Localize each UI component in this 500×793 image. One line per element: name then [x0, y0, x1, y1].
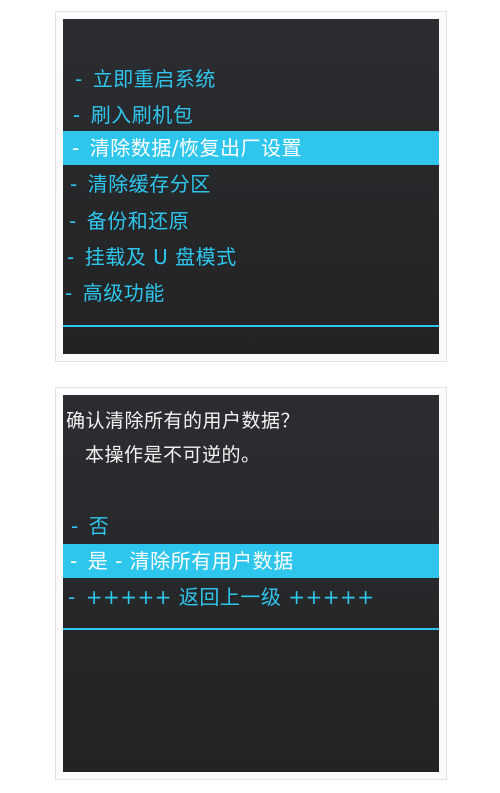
menu-item-dash: -	[72, 136, 80, 160]
menu-item-label: 否	[88, 514, 110, 538]
confirm-wipe-screen: 确认清除所有的用户数据？ 本操作是不可逆的。 -否 -是 - 清除所有用户数据 …	[63, 395, 439, 772]
recovery-main-screen: - 立即重启系统 - 刷入刷机包 - 清除数据/恢复出厂设置 - 清除缓存分区 - 备份和…	[63, 19, 439, 354]
menu-item-dash: -	[71, 514, 79, 538]
menu-item-wipe-cache-partition[interactable]: - 清除缓存分区	[70, 167, 439, 201]
menu-item-label: +++++ 返回上一级 +++++	[85, 585, 375, 609]
menu-item-dash: -	[73, 103, 81, 127]
confirm-wipe-photo: 确认清除所有的用户数据？ 本操作是不可逆的。 -否 -是 - 清除所有用户数据 …	[55, 387, 447, 780]
menu-item-label: 备份和还原	[86, 209, 190, 233]
menu-item-mount-usb-mode[interactable]: - 挂载及 U 盘模式	[67, 240, 439, 274]
menu-item-label: 高级功能	[82, 281, 165, 305]
menu-item-wipe-data-factory-reset[interactable]: - 清除数据/恢复出厂设置	[63, 131, 439, 165]
option-no[interactable]: -否	[71, 509, 439, 543]
menu-item-label: 刷入刷机包	[90, 103, 194, 127]
menu-item-dash: -	[67, 245, 75, 269]
irreversible-warning: 本操作是不可逆的。	[85, 444, 261, 466]
menu-item-dash: -	[68, 585, 76, 609]
confirm-question: 确认清除所有的用户数据？	[66, 410, 301, 432]
menu-item-label: 立即重启系统	[92, 67, 216, 91]
menu-bottom-divider	[63, 628, 439, 630]
menu-item-dash: -	[75, 67, 83, 91]
option-go-back[interactable]: - +++++ 返回上一级 +++++	[68, 580, 439, 614]
menu-item-label: 挂载及 U 盘模式	[84, 245, 237, 269]
recovery-main-menu-photo: - 立即重启系统 - 刷入刷机包 - 清除数据/恢复出厂设置 - 清除缓存分区 - 备份和…	[55, 11, 447, 362]
menu-item-label: 清除数据/恢复出厂设置	[89, 136, 302, 160]
menu-item-dash: -	[70, 549, 78, 573]
menu-item-dash: -	[70, 172, 78, 196]
menu-item-dash: -	[69, 209, 77, 233]
menu-item-backup-restore[interactable]: - 备份和还原	[69, 204, 439, 238]
menu-item-dash: -	[65, 281, 73, 305]
menu-item-reboot-system[interactable]: - 立即重启系统	[75, 62, 439, 96]
menu-item-label: 是 - 清除所有用户数据	[87, 549, 294, 573]
menu-item-flash-package[interactable]: - 刷入刷机包	[73, 98, 439, 132]
option-yes-wipe-user-data[interactable]: -是 - 清除所有用户数据	[63, 544, 439, 578]
menu-item-label: 清除缓存分区	[87, 172, 211, 196]
menu-item-advanced-features[interactable]: - 高级功能	[65, 276, 439, 310]
menu-bottom-divider	[63, 325, 439, 327]
